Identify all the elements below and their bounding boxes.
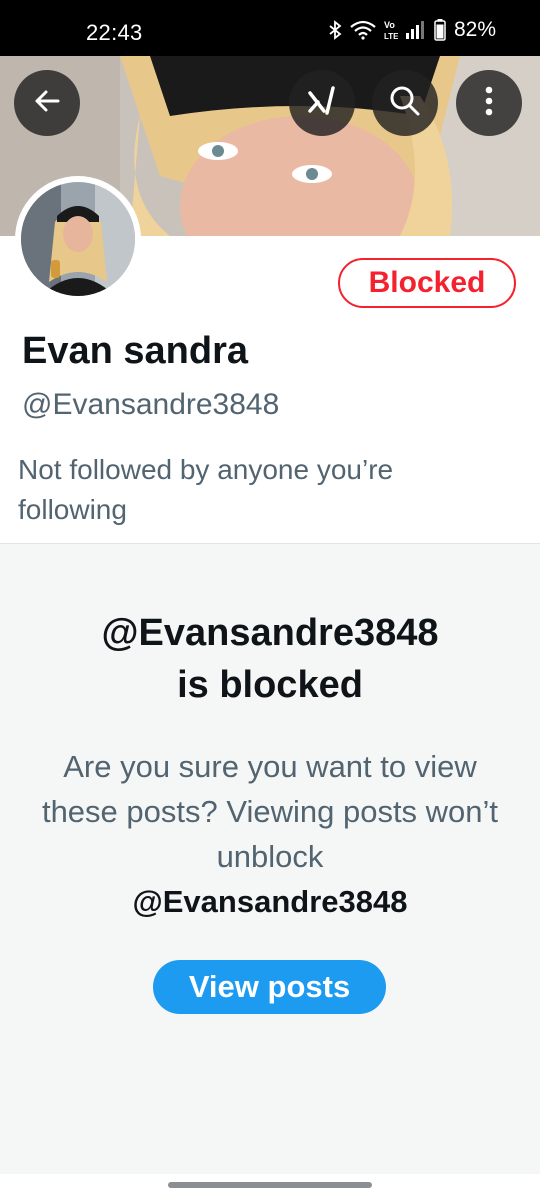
blocked-title-handle: @Evansandre3848 <box>101 612 439 654</box>
blocked-title-status: is blocked <box>177 664 363 706</box>
home-indicator[interactable] <box>168 1182 372 1188</box>
blocked-message-text: Are you sure you want to view these post… <box>41 749 499 874</box>
blocked-notice: @Evansandre3848 is blocked Are you sure … <box>0 544 540 1174</box>
status-icons: Vo LTE 82% <box>328 18 496 42</box>
svg-text:LTE: LTE <box>384 32 398 41</box>
wifi-icon <box>350 20 376 40</box>
signal-icon <box>405 21 426 39</box>
status-time: 22:43 <box>86 20 143 45</box>
avatar[interactable] <box>15 176 141 302</box>
arrow-left-icon <box>32 86 62 121</box>
bluetooth-icon <box>328 20 342 40</box>
svg-text:Vo: Vo <box>384 20 395 30</box>
view-posts-button[interactable]: View posts <box>153 960 386 1014</box>
more-vertical-icon <box>485 86 493 121</box>
grok-icon <box>304 83 340 124</box>
back-button[interactable] <box>14 70 80 136</box>
avatar-photo <box>21 182 135 296</box>
blocked-message-handle: @Evansandre3848 <box>132 884 408 919</box>
status-bar: 22:43 Vo LTE 82% <box>0 0 540 56</box>
search-button[interactable] <box>372 70 438 136</box>
grok-button[interactable] <box>289 70 355 136</box>
volte-icon: Vo LTE <box>384 19 398 41</box>
blocked-button[interactable]: Blocked <box>338 258 516 308</box>
system-nav-bar <box>0 1174 540 1200</box>
search-icon <box>389 85 421 122</box>
followers-note: Not followed by anyone you’re following <box>18 454 394 525</box>
battery-icon <box>434 19 446 41</box>
profile-handle: @Evansandre3848 <box>22 388 280 421</box>
profile-name: Evan sandra <box>22 330 248 372</box>
blocked-title: @Evansandre3848 is blocked <box>0 607 540 711</box>
blocked-message: Are you sure you want to view these post… <box>40 744 500 924</box>
battery-percent: 82% <box>453 18 496 41</box>
more-button[interactable] <box>456 70 522 136</box>
